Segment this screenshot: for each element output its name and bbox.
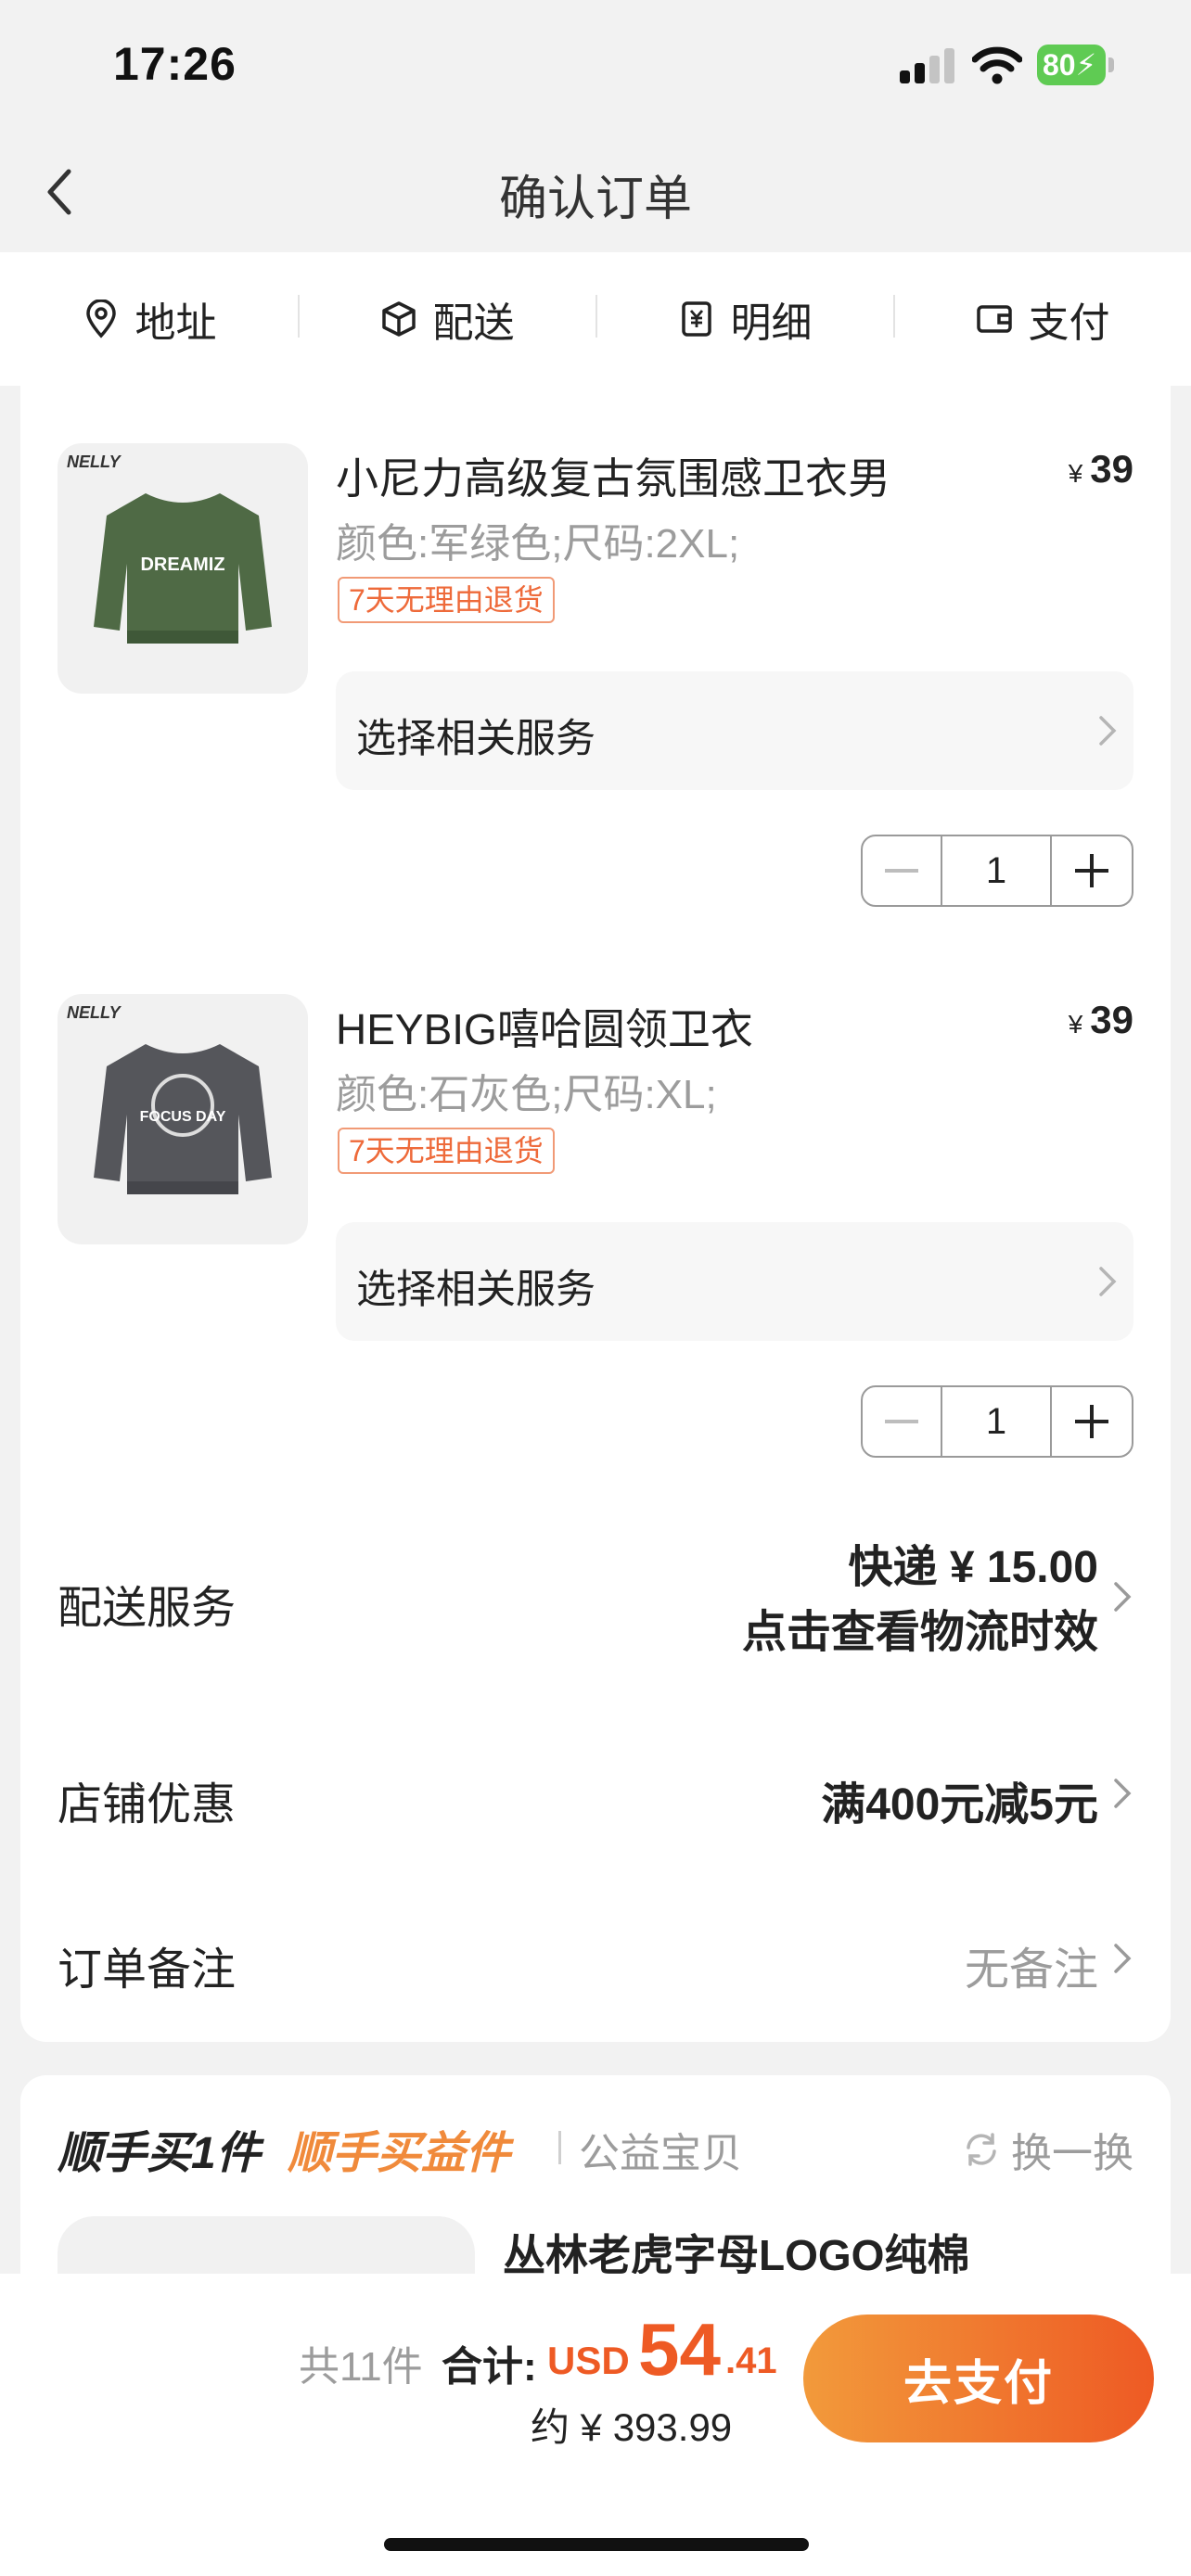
service-label: 选择相关服务 [356,1268,596,1312]
select-service-row[interactable]: 选择相关服务 [336,1222,1133,1341]
nav-header: 确认订单 [0,139,1191,252]
refresh-button[interactable]: 换一换 [961,2120,1133,2179]
product-title: 小尼力高级复古氛围感卫衣男 [336,454,890,503]
step-details[interactable]: 明细 [596,289,893,349]
price-symbol: ¥ [1068,459,1083,488]
return-policy-tag: 7天无理由退货 [338,577,555,623]
delivery-price: 快递 ¥ 15.00 [848,1543,1099,1592]
total-label: 合计: [442,2344,537,2390]
step-address[interactable]: 地址 [0,289,298,349]
product-spec: 颜色:石灰色;尺码:XL; [336,1072,717,1117]
charity-subtitle: 公益宝贝 [579,2131,742,2176]
wifi-icon [972,46,1022,84]
step-label: 支付 [1028,300,1110,346]
chevron-right-icon [1099,716,1117,746]
chevron-right-icon [1114,1779,1132,1808]
discount-value: 满400元减5元 [821,1780,1098,1830]
step-payment[interactable]: 支付 [893,289,1191,349]
increase-button[interactable] [1052,836,1132,905]
order-note-row[interactable]: 订单备注 无备注 [20,1932,1171,2007]
plus-icon [1075,1405,1108,1438]
cellular-signal-icon [900,48,957,83]
total-decimal: .41 [725,2340,777,2381]
service-label: 选择相关服务 [356,717,596,761]
add-on-title: 顺手买1件 [58,2129,261,2178]
thumb-print: FOCUS DAY [139,1109,226,1125]
product-image[interactable]: NELLY FOCUS DAY [58,994,308,1244]
price-value: 39 [1090,447,1133,491]
step-delivery[interactable]: 配送 [298,289,596,349]
decrease-button[interactable] [863,836,942,905]
order-card: NELLY DREAMIZ 小尼力高级复古氛围感卫衣男 ¥39 颜色:军绿色;尺… [20,386,1171,2042]
status-bar: 17:26 80⚡ [0,0,1191,139]
minus-icon [885,869,918,873]
price-value: 39 [1090,998,1133,1041]
delivery-timing-link[interactable]: 点击查看物流时效 [742,1595,1098,1660]
decrease-button[interactable] [863,1387,942,1456]
wallet-icon [976,305,1012,333]
approx-cny-total: 约 ¥ 393.99 [531,2405,733,2449]
chevron-right-icon [1114,1582,1132,1612]
plus-icon [1075,854,1108,887]
note-value: 无备注 [964,1945,1098,1995]
delivery-label: 配送服务 [58,1584,237,1633]
step-label: 明细 [730,300,813,346]
refresh-icon [967,2133,996,2166]
package-box-icon [381,301,416,337]
battery-level: 80 [1043,48,1076,82]
product-title: HEYBIG嘻哈圆领卫衣 [336,1005,753,1053]
quantity-stepper: 1 [861,835,1133,907]
checkout-steps: 地址 配送 明细 支付 [0,252,1191,386]
store-discount-row[interactable]: 店铺优惠 满400元减5元 [20,1767,1171,1842]
home-indicator [384,2538,809,2551]
product-spec: 颜色:军绿色;尺码:2XL; [336,521,740,567]
product-image[interactable]: NELLY DREAMIZ [58,443,308,694]
step-label: 地址 [134,300,217,346]
minus-icon [885,1420,918,1423]
chevron-right-icon [1099,1267,1117,1296]
page-title: 确认订单 [498,172,692,226]
location-pin-icon [85,300,116,338]
total-currency: USD [547,2339,630,2382]
product-price: ¥39 [1069,447,1133,491]
thumb-brand: NELLY [67,1003,121,1022]
price-symbol: ¥ [1068,1010,1083,1039]
yuan-receipt-icon [681,301,711,337]
thumb-brand: NELLY [67,453,121,471]
quantity-value[interactable]: 1 [942,836,1052,905]
charity-add-on-title: 顺手买益件 [288,2129,511,2178]
refresh-label: 换一换 [1011,2131,1133,2176]
select-service-row[interactable]: 选择相关服务 [336,671,1133,790]
product-price: ¥39 [1069,998,1133,1042]
total-integer: 54 [638,2308,721,2391]
increase-button[interactable] [1052,1387,1132,1456]
pay-button[interactable]: 去支付 [803,2315,1154,2442]
status-time: 17:26 [113,38,237,90]
step-label: 配送 [432,300,515,346]
discount-label: 店铺优惠 [58,1780,237,1830]
battery-icon: 80⚡ [1037,45,1115,85]
checkout-bar: 共11件 合计: USD 54 .41 约 ¥ 393.99 去支付 [0,2274,1191,2576]
divider [558,2131,561,2164]
note-label: 订单备注 [58,1945,237,1995]
delivery-service-row[interactable]: 配送服务 快递 ¥ 15.00 点击查看物流时效 [20,1530,1171,1669]
item-count: 共11件 [299,2344,423,2390]
quantity-value[interactable]: 1 [942,1387,1052,1456]
chevron-right-icon [1114,1944,1132,1973]
thumb-print: DREAMIZ [140,555,225,575]
quantity-stepper: 1 [861,1385,1133,1458]
return-policy-tag: 7天无理由退货 [338,1128,555,1174]
